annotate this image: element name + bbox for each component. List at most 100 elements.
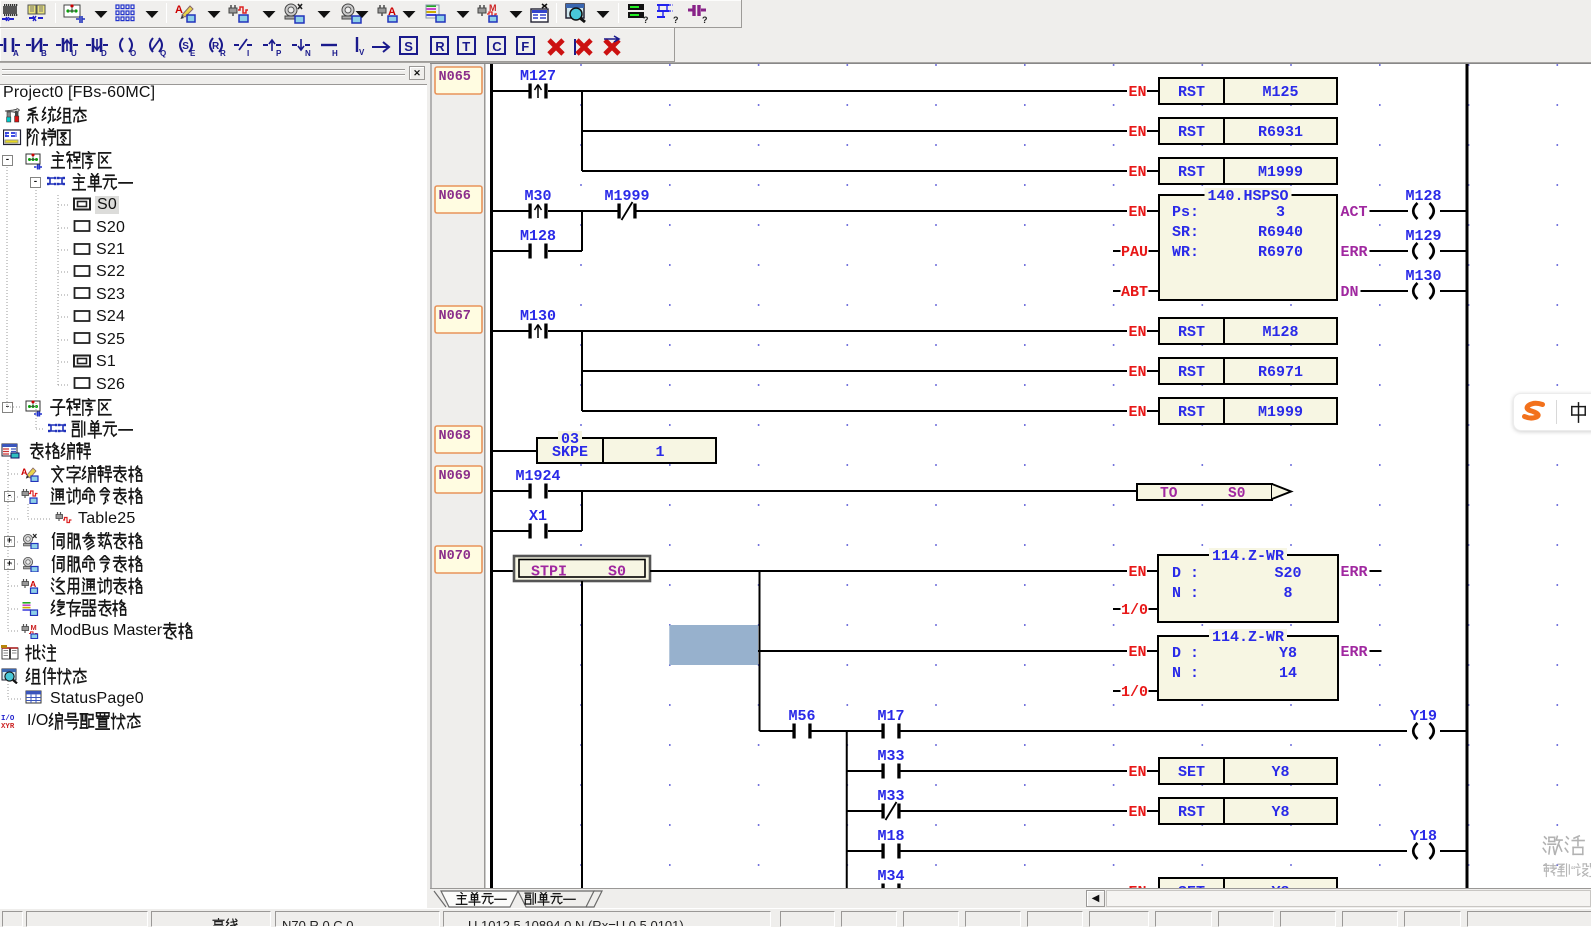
svg-text:RST: RST [1178, 324, 1205, 341]
svg-text:R6971: R6971 [1258, 364, 1303, 381]
svg-text:N :: N : [1172, 585, 1199, 602]
svg-text:Ps:: Ps: [1172, 204, 1199, 221]
svg-text:M128: M128 [1405, 188, 1441, 205]
svg-text:EN: EN [1129, 204, 1147, 221]
svg-text:ABT: ABT [1121, 284, 1148, 301]
svg-text:?: ? [702, 15, 708, 24]
svg-text:Q: Q [160, 49, 166, 58]
svg-text:N068: N068 [439, 429, 471, 444]
svg-text:Y8: Y8 [1279, 645, 1297, 662]
svg-text:R6940: R6940 [1258, 224, 1303, 241]
svg-text:M130: M130 [520, 308, 556, 325]
svg-text:R6970: R6970 [1258, 244, 1303, 261]
svg-text:TO: TO [1160, 486, 1178, 502]
svg-text:M1924: M1924 [515, 468, 560, 485]
svg-text:C: C [492, 39, 502, 54]
svg-text:N067: N067 [439, 309, 471, 324]
svg-text:EN: EN [1129, 564, 1147, 581]
svg-text:M34: M34 [877, 868, 904, 885]
svg-text:ACT: ACT [1341, 204, 1368, 221]
svg-text:P: P [276, 49, 282, 58]
svg-text:EN: EN [1129, 404, 1147, 421]
svg-text:A: A [175, 4, 183, 16]
svg-text:F: F [521, 39, 529, 54]
svg-text:Y8: Y8 [1271, 764, 1289, 781]
svg-text:M127: M127 [520, 68, 556, 85]
svg-text:EN: EN [1129, 764, 1147, 781]
svg-text:O: O [130, 49, 136, 58]
svg-text:D: D [101, 49, 107, 58]
svg-text:140.HSPSO: 140.HSPSO [1207, 188, 1288, 205]
svg-text:E: E [190, 49, 196, 58]
svg-text:R: R [212, 41, 220, 52]
svg-text:R: R [435, 39, 445, 54]
svg-text:3: 3 [1276, 204, 1285, 221]
svg-text:EN: EN [1129, 644, 1147, 661]
svg-text:EN: EN [1129, 804, 1147, 821]
svg-text:M1999: M1999 [1258, 164, 1303, 181]
svg-text:M128: M128 [1262, 324, 1298, 341]
svg-text:RST: RST [1178, 364, 1205, 381]
svg-text:114.Z-WR: 114.Z-WR [1212, 548, 1284, 565]
svg-text:U: U [71, 49, 77, 58]
svg-text:PAU: PAU [1121, 244, 1148, 261]
svg-text:ERR: ERR [1341, 564, 1368, 581]
svg-text:S0: S0 [608, 564, 626, 581]
svg-text:EN: EN [1129, 324, 1147, 341]
svg-text:N: N [305, 49, 311, 58]
svg-text:EN: EN [1129, 124, 1147, 141]
svg-text:Y19: Y19 [1410, 708, 1437, 725]
svg-text:EN: EN [1129, 364, 1147, 381]
svg-text:N069: N069 [439, 469, 471, 484]
svg-text:?: ? [643, 15, 649, 24]
svg-text:I: I [247, 49, 249, 58]
svg-text:S20: S20 [1274, 565, 1301, 582]
svg-text:1: 1 [655, 444, 664, 461]
svg-text:Y8: Y8 [1271, 804, 1289, 821]
svg-text:1/0: 1/0 [1121, 684, 1148, 701]
svg-text:M33: M33 [877, 788, 904, 805]
svg-text:M1999: M1999 [1258, 404, 1303, 421]
svg-text:D :: D : [1172, 565, 1199, 582]
svg-text:SKPE: SKPE [552, 444, 588, 461]
svg-text:SR:: SR: [1172, 224, 1199, 241]
svg-text:M128: M128 [520, 228, 556, 245]
svg-text:N066: N066 [439, 189, 471, 204]
svg-text:S0: S0 [1228, 486, 1245, 502]
svg-text:?: ? [673, 15, 679, 24]
svg-text:M56: M56 [788, 708, 815, 725]
svg-text:R: R [220, 49, 226, 58]
svg-text:T: T [462, 39, 470, 54]
svg-text:M30: M30 [524, 188, 551, 205]
svg-text:S: S [182, 41, 189, 52]
svg-text:14: 14 [1279, 665, 1297, 682]
svg-text:RST: RST [1178, 804, 1205, 821]
svg-text:N :: N : [1172, 665, 1199, 682]
svg-text:1/0: 1/0 [1121, 602, 1148, 619]
svg-text:RST: RST [1178, 84, 1205, 101]
svg-text:RST: RST [1178, 124, 1205, 141]
svg-text:114.Z-WR: 114.Z-WR [1212, 629, 1284, 646]
svg-text:M130: M130 [1405, 268, 1441, 285]
svg-text:N065: N065 [439, 70, 471, 85]
svg-text:EN: EN [1129, 84, 1147, 101]
svg-text:RST: RST [1178, 164, 1205, 181]
svg-text:X1: X1 [529, 508, 547, 525]
svg-text:STPI: STPI [531, 564, 567, 581]
svg-text:DN: DN [1341, 284, 1359, 301]
svg-text:SET: SET [1178, 764, 1205, 781]
svg-text:M125: M125 [1262, 84, 1298, 101]
svg-text:M17: M17 [877, 708, 904, 725]
svg-text:EN: EN [1129, 164, 1147, 181]
svg-text:M129: M129 [1405, 228, 1441, 245]
svg-text:B: B [41, 49, 47, 58]
svg-text:M33: M33 [877, 748, 904, 765]
svg-text:ERR: ERR [1341, 244, 1368, 261]
svg-text:M18: M18 [877, 828, 904, 845]
svg-text:A: A [13, 49, 19, 58]
svg-text:ERR: ERR [1341, 644, 1368, 661]
svg-text:RST: RST [1178, 404, 1205, 421]
svg-text:H: H [332, 49, 338, 58]
svg-text:R6931: R6931 [1258, 124, 1303, 141]
svg-text:S: S [404, 39, 413, 54]
